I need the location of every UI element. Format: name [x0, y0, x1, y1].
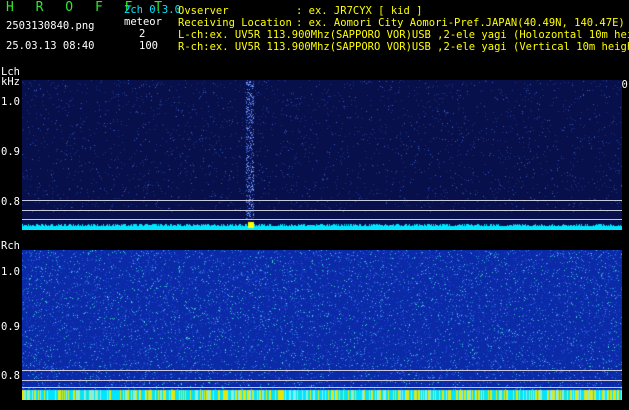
- datetime-label: 25.03.13 08:40: [6, 40, 95, 52]
- level-value: 100: [139, 40, 158, 52]
- rch-ytick-1: 1.0: [1, 266, 20, 278]
- observer-value: : ex. JR7CYX [ kid ]: [296, 5, 423, 17]
- lch-ytick-2: 0.9: [1, 146, 20, 158]
- lch-description: L-ch:ex. UV5R 113.900Mhz(SAPPORO VOR)USB…: [178, 29, 629, 41]
- count-value: 2: [139, 28, 146, 40]
- filename-label: 2503130840.png: [6, 20, 95, 32]
- lch-unit-label: kHz: [1, 76, 20, 88]
- rch-ytick-3: 0.8: [1, 370, 20, 382]
- version-label: 2ch 0.3.0: [124, 4, 181, 16]
- rch-description: R-ch:ex. UV5R 113.900Mhz(SAPPORO VOR)USB…: [178, 41, 629, 53]
- lch-ytick-1: 1.0: [1, 96, 20, 108]
- location-value: : ex. Aomori City Aomori-Pref.JAPAN(40.4…: [296, 17, 625, 29]
- rch-ytick-2: 0.9: [1, 321, 20, 333]
- location-label: Receiving Location: [178, 17, 292, 29]
- mode-label: meteor: [124, 16, 162, 28]
- observer-label: Ovserver: [178, 5, 229, 17]
- rch-spectrogram: [22, 250, 622, 400]
- lch-spectrogram: [22, 80, 622, 230]
- lch-ytick-3: 0.8: [1, 196, 20, 208]
- rch-label: Rch: [1, 240, 20, 252]
